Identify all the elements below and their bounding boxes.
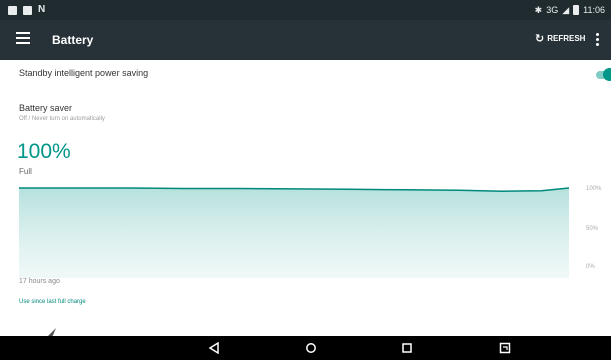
home-icon[interactable] (304, 342, 318, 354)
recents-icon[interactable] (400, 342, 414, 354)
system-icons: ✱ 3G ◢ 11:06 (535, 3, 605, 17)
battery-saver-title[interactable]: Battery saver (19, 102, 72, 114)
standby-power-saving-toggle[interactable] (584, 68, 611, 82)
battery-history-chart[interactable]: 100% 50% 0% (0, 180, 611, 280)
standby-power-saving-label: Standby intelligent power saving (19, 68, 149, 78)
page-title: Battery (52, 33, 94, 47)
chart-time-label: 17 hours ago (19, 278, 60, 285)
usage-since-full-charge-link[interactable]: Use since last full charge (19, 298, 86, 306)
battery-history-svg (19, 187, 570, 278)
refresh-label: REFRESH (547, 34, 586, 43)
refresh-icon: ↻ (535, 33, 545, 45)
screenshot-icon[interactable] (498, 342, 512, 354)
standby-power-saving-row[interactable]: Standby intelligent power saving (19, 66, 611, 86)
bluetooth-icon: ✱ (534, 4, 543, 15)
y-tick-label: 0% (586, 264, 595, 270)
notification-icons: N (8, 4, 45, 16)
toggle-thumb (603, 68, 611, 81)
status-bar: N ✱ 3G ◢ 11:06 (0, 0, 611, 20)
nfc-icon: N (38, 4, 46, 15)
overflow-menu-icon[interactable] (596, 33, 600, 47)
battery-state: Full (19, 167, 32, 176)
y-tick-label: 50% (586, 226, 599, 232)
sd-card-icon (23, 5, 32, 15)
app-bar: Battery ↻ REFRESH (0, 20, 611, 60)
network-type: 3G (546, 5, 559, 15)
navigation-bar (0, 336, 611, 360)
refresh-button[interactable]: ↻ REFRESH (535, 33, 585, 45)
battery-saver-subtitle: Off / Never turn on automatically (19, 116, 105, 122)
chart-area (19, 188, 569, 278)
signal-icon: ◢ (562, 4, 570, 15)
battery-level: 100% (17, 140, 71, 163)
clock: 11:06 (583, 5, 605, 15)
back-icon[interactable] (207, 342, 221, 354)
menu-icon[interactable] (16, 32, 30, 46)
y-tick-label: 100% (586, 186, 602, 192)
notification-icon (8, 5, 17, 15)
battery-icon (573, 5, 580, 15)
